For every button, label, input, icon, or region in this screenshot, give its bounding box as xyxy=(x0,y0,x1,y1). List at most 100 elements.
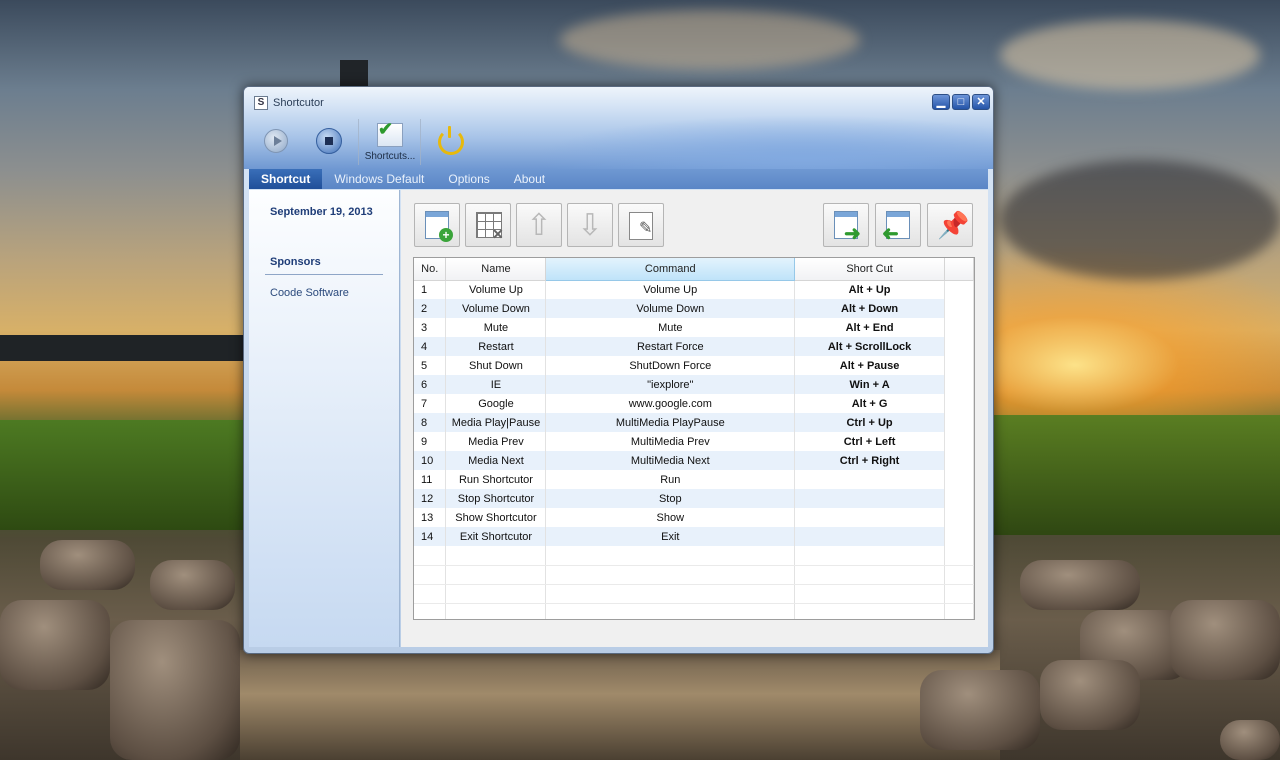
table-row[interactable]: 3 Mute Mute Alt + End xyxy=(414,318,974,337)
pin-button[interactable]: 📌 xyxy=(927,203,973,247)
power-icon[interactable] xyxy=(438,126,464,155)
play-icon[interactable] xyxy=(264,129,288,153)
empty-row xyxy=(414,603,974,619)
cell-name: Media Next xyxy=(445,451,547,470)
rock xyxy=(1040,660,1140,730)
cell-shortcut: Win + A xyxy=(794,375,945,394)
cell-shortcut: Ctrl + Right xyxy=(794,451,945,470)
column-header-filler xyxy=(944,258,974,281)
delete-shortcut-button[interactable]: ✕ xyxy=(465,203,511,247)
empty-row xyxy=(414,584,974,604)
app-icon: S xyxy=(254,96,268,110)
rock xyxy=(1080,610,1190,680)
cell-filler xyxy=(944,508,974,527)
cell-command: www.google.com xyxy=(545,394,796,413)
sponsor-link[interactable]: Coode Software xyxy=(270,287,349,299)
checkmark-icon: ✔ xyxy=(378,119,394,139)
cell-filler xyxy=(944,356,974,375)
cell-filler xyxy=(944,527,974,546)
cell-shortcut: Alt + End xyxy=(794,318,945,337)
cell-filler xyxy=(944,451,974,470)
table-row[interactable]: 8 Media Play|Pause MultiMedia PlayPause … xyxy=(414,413,974,432)
cell-command: Show xyxy=(545,508,796,527)
table-row[interactable]: 13 Show Shortcutor Show xyxy=(414,508,974,527)
table-row[interactable]: 4 Restart Restart Force Alt + ScrollLock xyxy=(414,337,974,356)
column-header-no[interactable]: No. xyxy=(414,258,447,281)
cell-filler xyxy=(944,432,974,451)
cell-name: Volume Up xyxy=(445,280,547,299)
toolbar-separator xyxy=(358,119,359,165)
table-row[interactable]: 1 Volume Up Volume Up Alt + Up xyxy=(414,280,974,299)
cell-name: Restart xyxy=(445,337,547,356)
cell-no: 10 xyxy=(414,451,447,470)
cell-filler xyxy=(944,280,974,299)
tab-shortcut[interactable]: Shortcut xyxy=(249,169,323,189)
column-header-shortcut[interactable]: Short Cut xyxy=(794,258,945,281)
cell-name: Shut Down xyxy=(445,356,547,375)
rock xyxy=(1170,600,1280,680)
import-button[interactable]: ➜ xyxy=(875,203,921,247)
table-row[interactable]: 11 Run Shortcutor Run xyxy=(414,470,974,489)
delete-icon: ✕ xyxy=(492,226,504,242)
rock xyxy=(1220,720,1280,760)
shortcuts-button[interactable]: ✔ Shortcuts... xyxy=(362,119,418,165)
background-cloud xyxy=(560,10,860,70)
tab-windows-default[interactable]: Windows Default xyxy=(322,169,436,189)
cell-command: MultiMedia Next xyxy=(545,451,796,470)
column-header-command[interactable]: Command xyxy=(545,258,796,281)
minimize-button[interactable]: ▁ xyxy=(932,94,950,110)
cell-name: Mute xyxy=(445,318,547,337)
cell-shortcut: Ctrl + Left xyxy=(794,432,945,451)
cell-name: Run Shortcutor xyxy=(445,470,547,489)
cell-no: 6 xyxy=(414,375,447,394)
cell-no: 1 xyxy=(414,280,447,299)
cell-command: Run xyxy=(545,470,796,489)
pin-icon: 📌 xyxy=(937,210,970,240)
table-row[interactable]: 14 Exit Shortcutor Exit xyxy=(414,527,974,546)
stop-icon[interactable] xyxy=(316,128,342,154)
maximize-button[interactable]: □ xyxy=(952,94,970,110)
table-row[interactable]: 10 Media Next MultiMedia Next Ctrl + Rig… xyxy=(414,451,974,470)
close-button[interactable]: ✕ xyxy=(972,94,990,110)
cell-command: MultiMedia Prev xyxy=(545,432,796,451)
column-header-name[interactable]: Name xyxy=(445,258,547,281)
cell-filler xyxy=(944,413,974,432)
move-up-button[interactable]: ⇧ xyxy=(516,203,562,247)
export-button[interactable]: ➜ xyxy=(823,203,869,247)
cell-command: Exit xyxy=(545,527,796,546)
title-bar[interactable]: S Shortcutor ▁ □ ✕ ✔ Shortcuts... xyxy=(244,87,993,169)
table-row[interactable]: 2 Volume Down Volume Down Alt + Down xyxy=(414,299,974,318)
move-down-button[interactable]: ⇩ xyxy=(567,203,613,247)
table-row[interactable]: 7 Google www.google.com Alt + G xyxy=(414,394,974,413)
cell-shortcut xyxy=(794,527,945,546)
arrow-down-icon: ⇩ xyxy=(577,209,603,242)
add-shortcut-button[interactable]: + xyxy=(414,203,460,247)
tab-options[interactable]: Options xyxy=(436,169,501,189)
shortcutor-window: S Shortcutor ▁ □ ✕ ✔ Shortcuts... Shortc… xyxy=(243,86,994,654)
table-row[interactable]: 12 Stop Shortcutor Stop xyxy=(414,489,974,508)
cell-no: 7 xyxy=(414,394,447,413)
grass-field xyxy=(990,415,1280,535)
empty-row xyxy=(414,565,974,585)
grass-field xyxy=(0,420,250,530)
sidebar: September 19, 2013 Sponsors Coode Softwa… xyxy=(249,190,400,647)
arrow-left-icon: ➜ xyxy=(882,223,899,245)
cell-command: Volume Down xyxy=(545,299,796,318)
cell-filler xyxy=(944,470,974,489)
shortcut-grid: No. Name Command Short Cut 1 Volume Up V… xyxy=(414,258,974,619)
cell-no: 14 xyxy=(414,527,447,546)
background-cloud xyxy=(1000,20,1260,90)
cell-no: 4 xyxy=(414,337,447,356)
table-row[interactable]: 9 Media Prev MultiMedia Prev Ctrl + Left xyxy=(414,432,974,451)
cell-filler xyxy=(944,375,974,394)
tab-about[interactable]: About xyxy=(502,169,557,189)
cell-name: Google xyxy=(445,394,547,413)
edit-shortcut-button[interactable]: ✎ xyxy=(618,203,664,247)
cell-command: Mute xyxy=(545,318,796,337)
window-title: Shortcutor xyxy=(273,97,324,109)
rock xyxy=(110,620,240,760)
table-row[interactable]: 6 IE "iexplore" Win + A xyxy=(414,375,974,394)
table-row[interactable]: 5 Shut Down ShutDown Force Alt + Pause xyxy=(414,356,974,375)
sidebar-date: September 19, 2013 xyxy=(270,206,373,218)
cell-shortcut: Alt + G xyxy=(794,394,945,413)
